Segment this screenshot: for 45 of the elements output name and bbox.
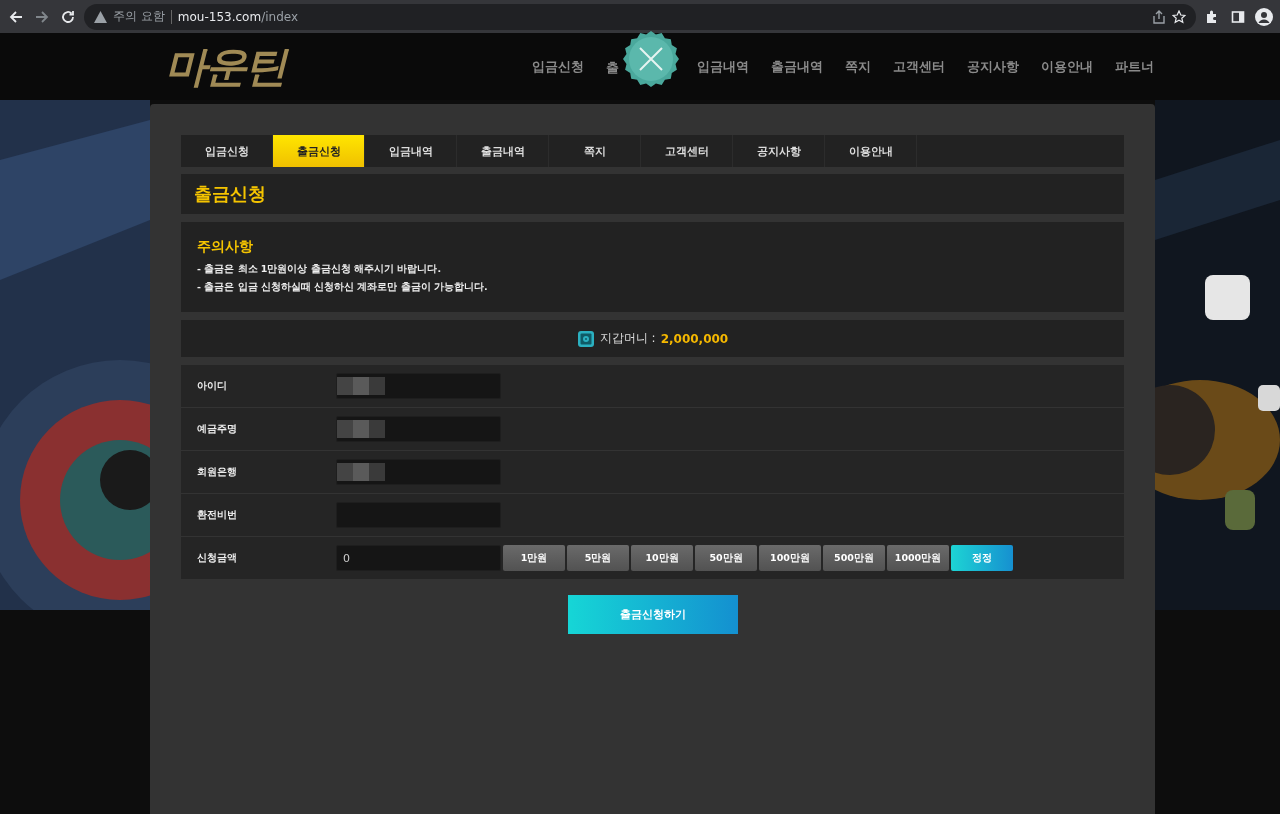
- pixelated-blur-icon: [337, 420, 385, 438]
- nav-link[interactable]: 입금내역: [697, 57, 749, 76]
- page-title: 출금신청: [194, 182, 266, 206]
- field-label: 회원은행: [196, 465, 238, 479]
- field-label: 환전비번: [196, 508, 238, 522]
- star-icon[interactable]: [1172, 9, 1186, 24]
- nav-link[interactable]: 공지사항: [967, 57, 1019, 76]
- field-label: 아이디: [196, 379, 228, 393]
- notice-title: 주의사항: [197, 238, 254, 256]
- pixelated-blur-icon: [337, 463, 385, 481]
- nav-link[interactable]: 출: [606, 59, 619, 75]
- profile-icon[interactable]: [1254, 6, 1274, 27]
- amount-button[interactable]: 500만원: [823, 545, 885, 571]
- amount-field[interactable]: 0: [336, 545, 501, 571]
- url-text: mou-153.com/index: [177, 9, 299, 24]
- address-bar[interactable]: 주의 요함 mou-153.com/index: [84, 3, 1196, 30]
- notice-text: - 출금은 최소 1만원이상 출금신청 해주시기 바랍니다.: [197, 263, 442, 276]
- amount-button[interactable]: 50만원: [695, 545, 757, 571]
- amount-button[interactable]: 100만원: [759, 545, 821, 571]
- safe-icon: [576, 329, 595, 348]
- redacted-field[interactable]: [336, 459, 501, 485]
- nav-link[interactable]: 고객센터: [893, 57, 945, 76]
- nav-link[interactable]: 파트너: [1115, 57, 1154, 76]
- nav-link[interactable]: 쪽지: [845, 57, 871, 76]
- close-icon[interactable]: [623, 30, 679, 87]
- field-label: 신청금액: [196, 551, 238, 565]
- share-icon[interactable]: [1152, 9, 1166, 24]
- redacted-field[interactable]: [336, 416, 501, 442]
- tab[interactable]: 출금신청: [273, 135, 365, 167]
- redacted-field[interactable]: [336, 373, 501, 399]
- amount-button[interactable]: 10만원: [631, 545, 693, 571]
- nav-link[interactable]: 이용안내: [1041, 57, 1093, 76]
- amount-button[interactable]: 1만원: [503, 545, 565, 571]
- nav-link[interactable]: 출금내역: [771, 57, 823, 76]
- field-label: 예금주명: [196, 422, 238, 436]
- warning-icon: [94, 10, 107, 23]
- pixelated-blur-icon: [337, 377, 385, 395]
- notice-text: - 출금은 입금 신청하실때 신청하신 계좌로만 출금이 가능합니다.: [197, 281, 489, 294]
- wallet-label: 지갑머니 :: [599, 330, 656, 347]
- wallet-amount: 2,000,000: [660, 331, 729, 346]
- security-label: 주의 요함: [113, 8, 165, 25]
- amount-button[interactable]: 5만원: [567, 545, 629, 571]
- amount-button[interactable]: 1000만원: [887, 545, 949, 571]
- site-logo[interactable]: 마운틴: [165, 38, 532, 95]
- nav-link[interactable]: 입금신청: [532, 57, 584, 76]
